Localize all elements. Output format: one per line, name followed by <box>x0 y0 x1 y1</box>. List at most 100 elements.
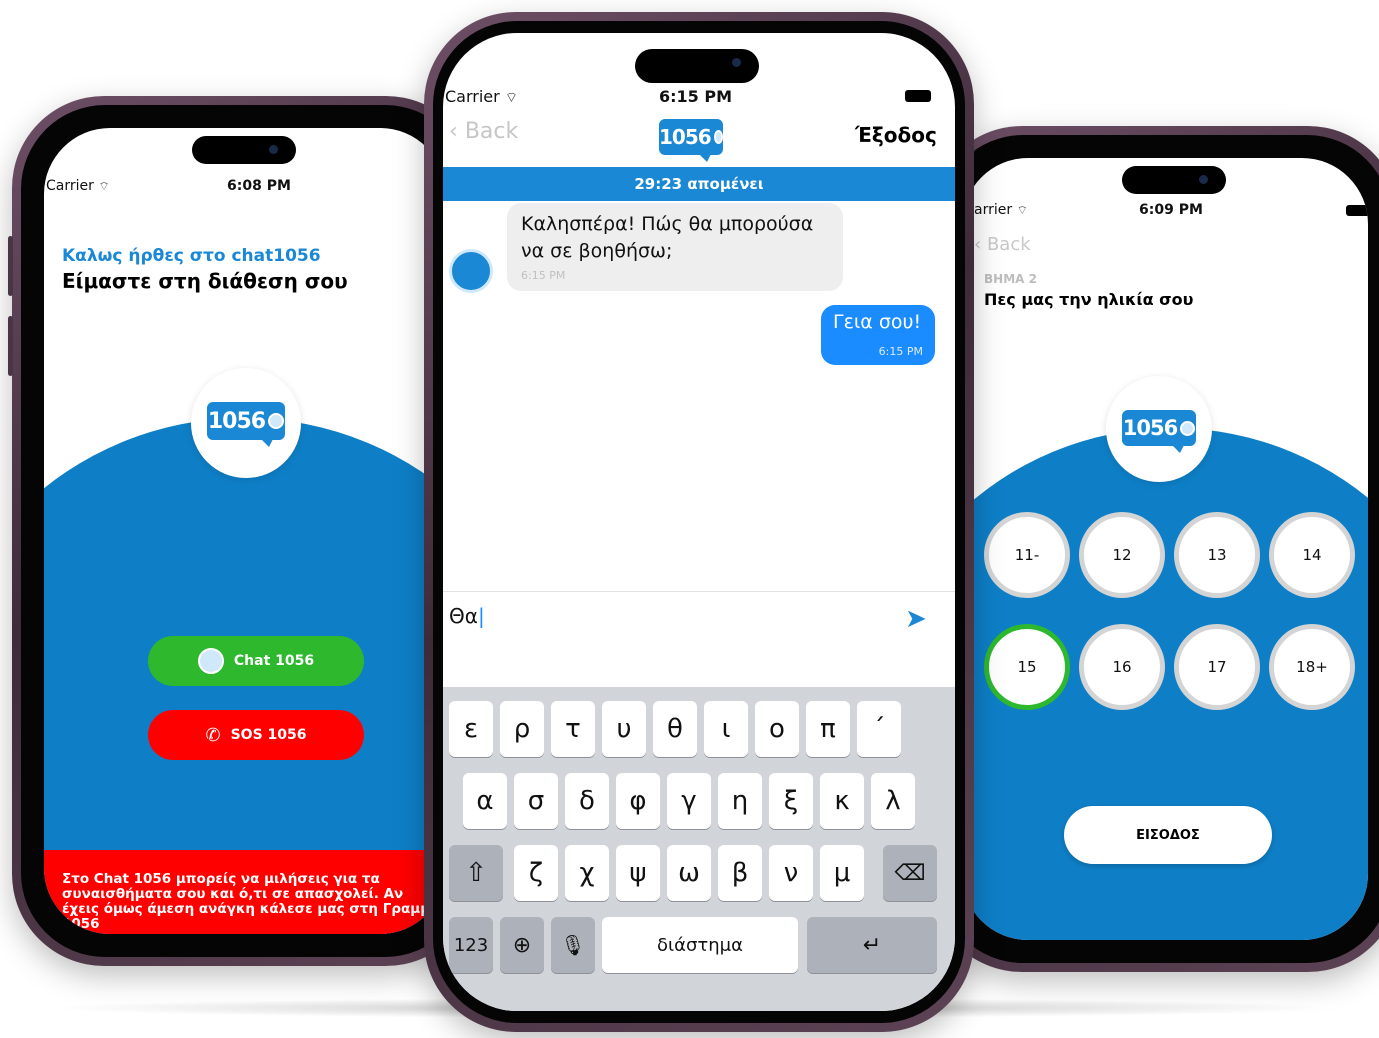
age-option[interactable]: 11- <box>984 512 1070 598</box>
dynamic-island <box>635 49 759 83</box>
key[interactable]: χ <box>565 845 609 901</box>
dynamic-island <box>192 136 296 164</box>
timer-bar: 29:23 απομένει <box>443 167 955 201</box>
app-logo: 1056 <box>207 402 285 447</box>
age-option[interactable]: 14 <box>1269 512 1355 598</box>
user-message-text: Γεια σου! <box>833 311 922 333</box>
wifi-icon: ⌔ <box>1016 203 1028 217</box>
dynamic-island <box>1122 166 1226 194</box>
phone-age-select: arrier ⌔ 6:09 PM ‹ Back ΒΗΜΑ 2 Πες μας τ… <box>930 126 1379 972</box>
key[interactable]: ´ <box>857 701 901 757</box>
welcome-subtitle: Είμαστε στη διάθεση σου <box>62 269 348 293</box>
message-input[interactable]: Θα| <box>449 604 869 644</box>
key[interactable]: β <box>718 845 762 901</box>
agent-message-text: Καλησπέρα! Πώς θα μπορούσα να σε βοηθήσω… <box>521 213 814 262</box>
exit-button[interactable]: Έξοδος <box>855 123 937 147</box>
keyboard: ε ρ τ υ θ ι ο π ´ α σ δ φ γ η ξ κ λ ⇧ ζ … <box>443 687 955 1011</box>
phone-welcome: Carrier ⌔ 6:08 PM Καλως ήρθες στο chat10… <box>8 96 478 966</box>
key[interactable]: π <box>806 701 850 757</box>
key[interactable]: θ <box>653 701 697 757</box>
age-option[interactable]: 18+ <box>1269 624 1355 710</box>
agent-message-time: 6:15 PM <box>521 269 566 282</box>
mascot-icon <box>268 413 285 429</box>
key[interactable]: ν <box>769 845 813 901</box>
age-option[interactable]: 16 <box>1079 624 1165 710</box>
key[interactable]: ι <box>704 701 748 757</box>
shift-icon: ⇧ <box>465 858 487 888</box>
carrier-label: Carrier ⌔ <box>46 178 110 194</box>
status-time: 6:09 PM <box>1139 202 1203 218</box>
welcome-title: Καλως ήρθες στο chat1056 <box>62 246 321 266</box>
key[interactable]: ξ <box>769 773 813 829</box>
enter-button[interactable]: ΕΙΣΟΔΟΣ <box>1064 806 1272 864</box>
user-message-time: 6:15 PM <box>878 345 923 358</box>
microphone-key[interactable]: 🎙 <box>551 917 595 973</box>
app-logo: 1056 <box>659 119 723 162</box>
microphone-icon: 🎙 <box>560 933 586 957</box>
mascot-icon <box>197 648 224 674</box>
logo-circle: 1056 <box>191 368 301 478</box>
info-banner: Στο Chat 1056 μπορείς να μιλήσεις για τα… <box>44 850 446 934</box>
agent-message-bubble: Καλησπέρα! Πώς θα μπορούσα να σε βοηθήσω… <box>507 203 843 291</box>
status-time: 6:15 PM <box>659 87 733 106</box>
wifi-icon: ⌔ <box>504 90 518 106</box>
back-button[interactable]: ‹ Back <box>974 234 1031 255</box>
user-message-bubble: Γεια σου! 6:15 PM <box>821 305 935 365</box>
numbers-key[interactable]: 123 <box>449 917 493 973</box>
welcome-screen: Carrier ⌔ 6:08 PM Καλως ήρθες στο chat10… <box>44 128 446 934</box>
backspace-key[interactable]: ⌫ <box>883 845 937 901</box>
step-label: ΒΗΜΑ 2 <box>984 272 1037 286</box>
agent-avatar <box>449 249 493 293</box>
key[interactable]: η <box>718 773 762 829</box>
key[interactable]: α <box>463 773 507 829</box>
back-button[interactable]: ‹ Back <box>449 119 518 144</box>
logo-circle: 1056 <box>1106 376 1212 482</box>
key[interactable]: τ <box>551 701 595 757</box>
chat-screen: Carrier ⌔ 6:15 PM ‹ Back 1056 Έξοδος 29:… <box>443 33 955 1011</box>
side-button <box>8 316 13 376</box>
key[interactable]: φ <box>616 773 660 829</box>
space-key[interactable]: διάστημα <box>602 917 798 973</box>
chevron-left-icon: ‹ <box>974 234 982 255</box>
key[interactable]: ρ <box>500 701 544 757</box>
wifi-icon: ⌔ <box>98 179 110 193</box>
return-key[interactable]: ↵ <box>807 917 937 973</box>
key[interactable]: κ <box>820 773 864 829</box>
phone-chat: Carrier ⌔ 6:15 PM ‹ Back 1056 Έξοδος 29:… <box>424 12 974 1032</box>
mascot-icon <box>1180 420 1196 436</box>
age-option[interactable]: 12 <box>1079 512 1165 598</box>
key[interactable]: ψ <box>616 845 660 901</box>
sos-1056-button[interactable]: ✆ SOS 1056 <box>148 710 364 760</box>
age-option[interactable]: 13 <box>1174 512 1260 598</box>
age-option-selected[interactable]: 15 <box>984 624 1070 710</box>
key[interactable]: ε <box>449 701 493 757</box>
key[interactable]: γ <box>667 773 711 829</box>
send-icon[interactable]: ➤ <box>905 604 927 634</box>
key[interactable]: υ <box>602 701 646 757</box>
globe-key[interactable]: ⊕ <box>500 917 544 973</box>
key[interactable]: ω <box>667 845 711 901</box>
shift-key[interactable]: ⇧ <box>449 845 503 901</box>
globe-icon: ⊕ <box>512 932 532 958</box>
status-time: 6:08 PM <box>227 178 291 194</box>
key[interactable]: σ <box>514 773 558 829</box>
battery-icon <box>1346 205 1368 216</box>
key[interactable]: δ <box>565 773 609 829</box>
age-screen: arrier ⌔ 6:09 PM ‹ Back ΒΗΜΑ 2 Πες μας τ… <box>962 158 1368 940</box>
battery-icon <box>905 90 931 102</box>
key[interactable]: λ <box>871 773 915 829</box>
return-icon: ↵ <box>862 932 882 958</box>
mascot-icon <box>713 130 723 144</box>
key[interactable]: ο <box>755 701 799 757</box>
chat-1056-button[interactable]: Chat 1056 <box>148 636 364 686</box>
age-question: Πες μας την ηλικία σου <box>984 290 1194 309</box>
side-button <box>8 236 13 296</box>
carrier-label: Carrier ⌔ <box>445 87 518 106</box>
age-option[interactable]: 17 <box>1174 624 1260 710</box>
app-logo: 1056 <box>1122 410 1196 453</box>
backspace-icon: ⌫ <box>894 860 926 886</box>
composer: Θα| ➤ <box>443 591 955 688</box>
key[interactable]: μ <box>820 845 864 901</box>
key[interactable]: ζ <box>514 845 558 901</box>
carrier-label: arrier ⌔ <box>974 202 1028 218</box>
